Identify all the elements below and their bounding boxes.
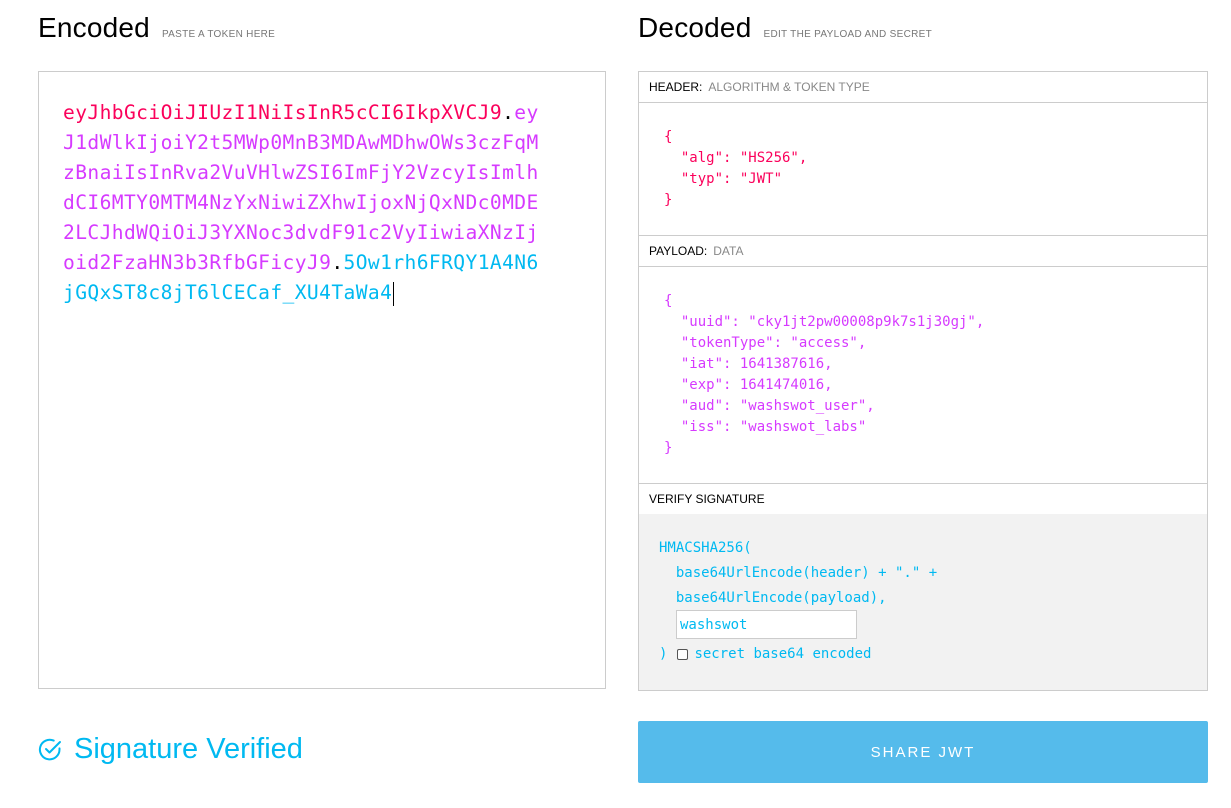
signature-panel: HMACSHA256( base64UrlEncode(header) + ".…	[638, 514, 1208, 691]
token-payload-part: eyJ1dWlkIjoiY2t5MWp0MnB3MDAwMDhwOWs3czFq…	[63, 101, 539, 274]
header-sublabel: ALGORITHM & TOKEN TYPE	[708, 80, 870, 94]
token-dot: .	[502, 101, 515, 124]
encoded-token-editor[interactable]: eyJhbGciOiJIUzI1NiIsInR5cCI6IkpXVCJ9.eyJ…	[38, 71, 606, 689]
payload-json[interactable]: { "uuid": "cky1jt2pw00008p9k7s1j30gj", "…	[664, 291, 984, 459]
token-dot: .	[331, 251, 344, 274]
decoded-heading: Decoded EDIT THE PAYLOAD AND SECRET	[638, 12, 932, 44]
encoded-title: Encoded	[38, 12, 150, 43]
check-circle-icon	[38, 738, 61, 761]
signature-label: VERIFY SIGNATURE	[649, 492, 765, 506]
header-section-title: HEADER: ALGORITHM & TOKEN TYPE	[638, 71, 1208, 103]
payload-label: PAYLOAD:	[649, 244, 708, 258]
encoded-subtitle: PASTE A TOKEN HERE	[161, 29, 276, 40]
encoded-heading: Encoded PASTE A TOKEN HERE	[38, 12, 275, 44]
close-paren: )	[659, 646, 668, 662]
decoded-panel: HEADER: ALGORITHM & TOKEN TYPE { "alg": "…	[638, 71, 1208, 691]
token-text[interactable]: eyJhbGciOiJIUzI1NiIsInR5cCI6IkpXVCJ9.eyJ…	[63, 98, 543, 308]
signature-section-title: VERIFY SIGNATURE	[638, 483, 1208, 515]
decoded-title: Decoded	[638, 12, 752, 43]
header-json[interactable]: { "alg": "HS256", "typ": "JWT" }	[664, 127, 807, 211]
signature-close-row: ) secret base64 encoded	[659, 642, 871, 667]
base64-label: secret base64 encoded	[694, 646, 872, 662]
payload-sublabel: DATA	[713, 244, 744, 258]
base64-checkbox[interactable]	[677, 649, 689, 660]
signature-status: Signature Verified	[38, 733, 303, 766]
signature-status-text: Signature Verified	[74, 733, 303, 765]
token-header-part: eyJhbGciOiJIUzI1NiIsInR5cCI6IkpXVCJ9	[63, 101, 503, 124]
header-label: HEADER:	[649, 80, 703, 94]
payload-editor[interactable]: { "uuid": "cky1jt2pw00008p9k7s1j30gj", "…	[638, 267, 1208, 483]
decoded-subtitle: EDIT THE PAYLOAD AND SECRET	[763, 29, 932, 40]
header-editor[interactable]: { "alg": "HS256", "typ": "JWT" }	[638, 103, 1208, 235]
share-jwt-button[interactable]: SHARE JWT	[638, 721, 1208, 783]
payload-section-title: PAYLOAD: DATA	[638, 235, 1208, 267]
signature-code: HMACSHA256( base64UrlEncode(header) + ".…	[659, 540, 938, 606]
secret-input[interactable]	[676, 610, 857, 639]
text-caret	[393, 281, 395, 306]
